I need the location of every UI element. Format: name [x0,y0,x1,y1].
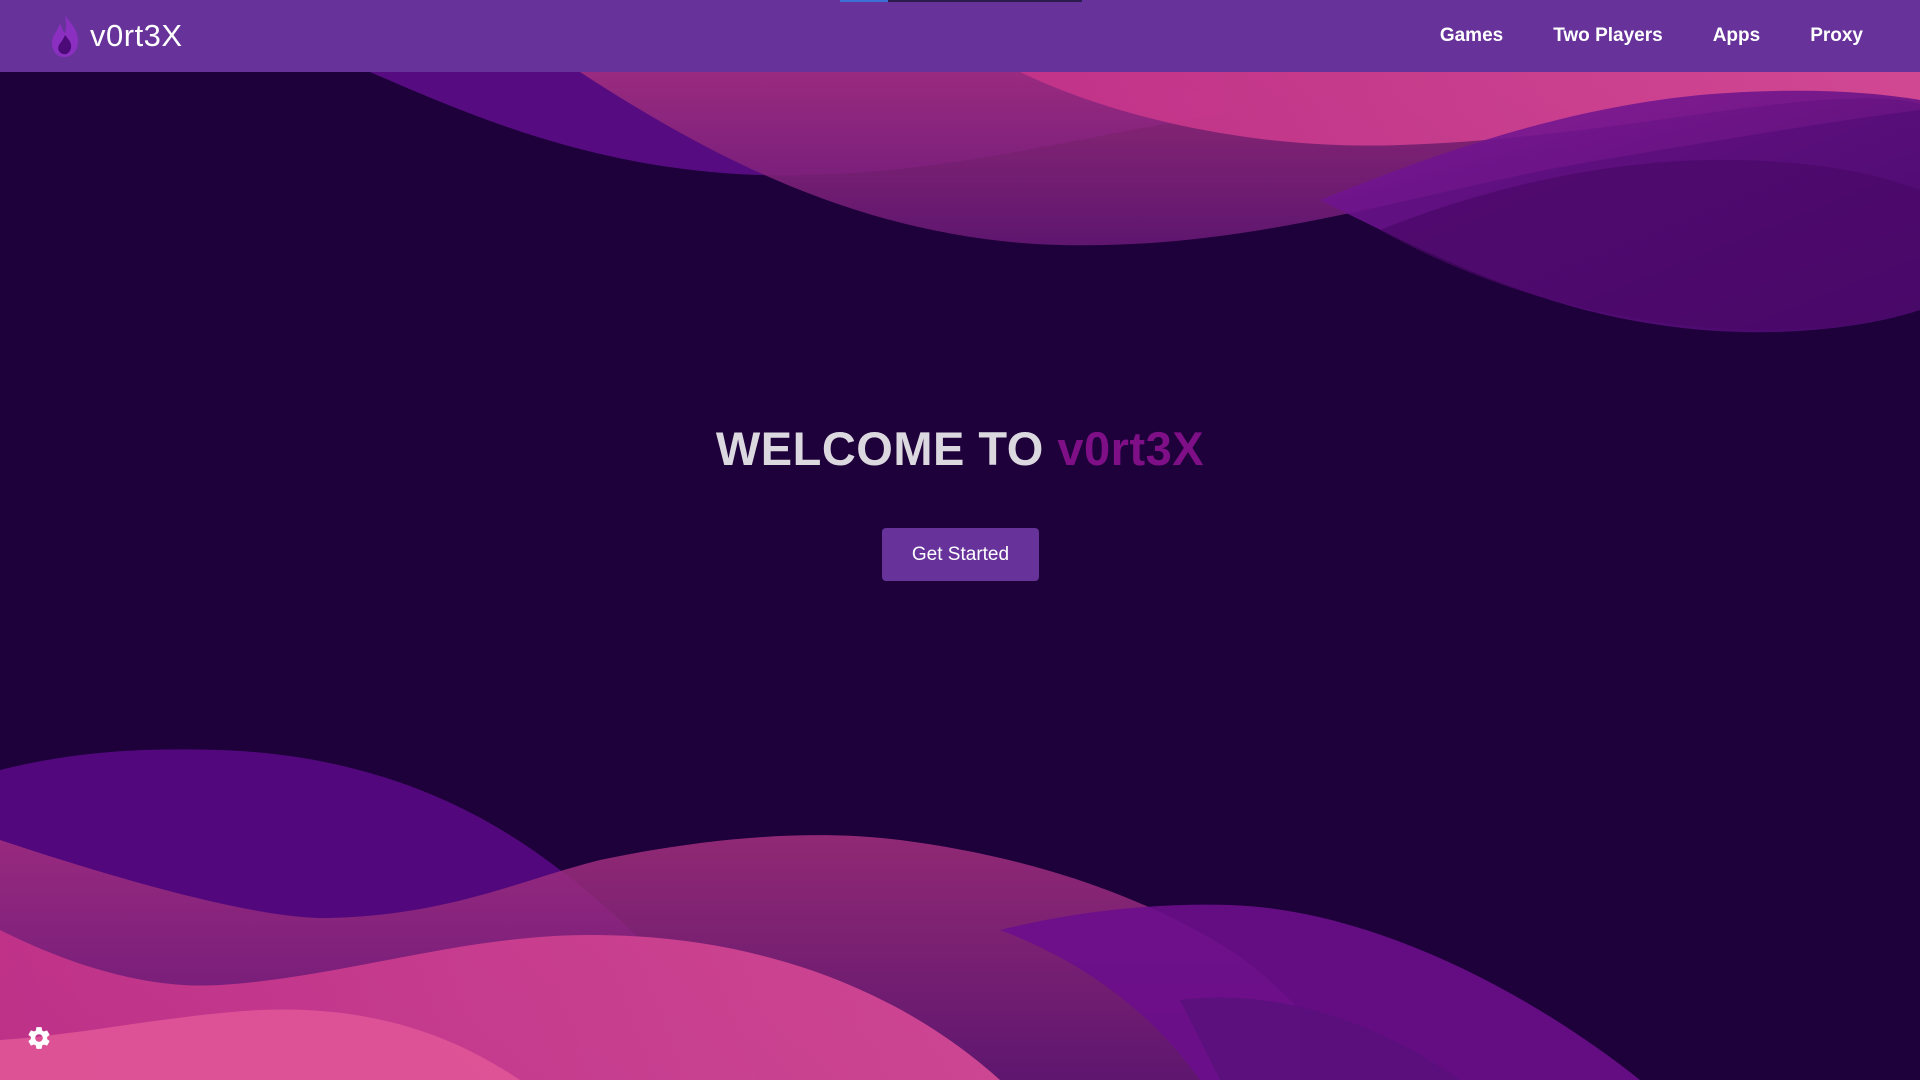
nav-two-players[interactable]: Two Players [1528,17,1687,55]
nav-games[interactable]: Games [1415,17,1528,55]
hero-title-prefix: WELCOME TO [715,422,1044,475]
nav-apps[interactable]: Apps [1688,17,1786,55]
hero-title-brand: v0rt3X [1057,422,1205,475]
gear-icon[interactable] [26,1025,52,1051]
flame-icon [52,15,78,57]
nav-proxy[interactable]: Proxy [1785,17,1888,55]
brand-name: v0rt3X [90,18,183,53]
loading-bar-fill [840,0,888,2]
top-navbar: v0rt3X Games Two Players Apps Proxy [0,0,1920,72]
main-nav: Games Two Players Apps Proxy [1415,17,1888,55]
page: v0rt3X Games Two Players Apps Proxy WELC… [0,0,1920,1080]
hero-section: WELCOME TO v0rt3X Get Started [0,0,1920,1080]
hero-title: WELCOME TO v0rt3X [0,421,1920,476]
brand-home-link[interactable]: v0rt3X [48,13,183,59]
get-started-button[interactable]: Get Started [882,528,1039,581]
loading-bar [840,0,1082,2]
